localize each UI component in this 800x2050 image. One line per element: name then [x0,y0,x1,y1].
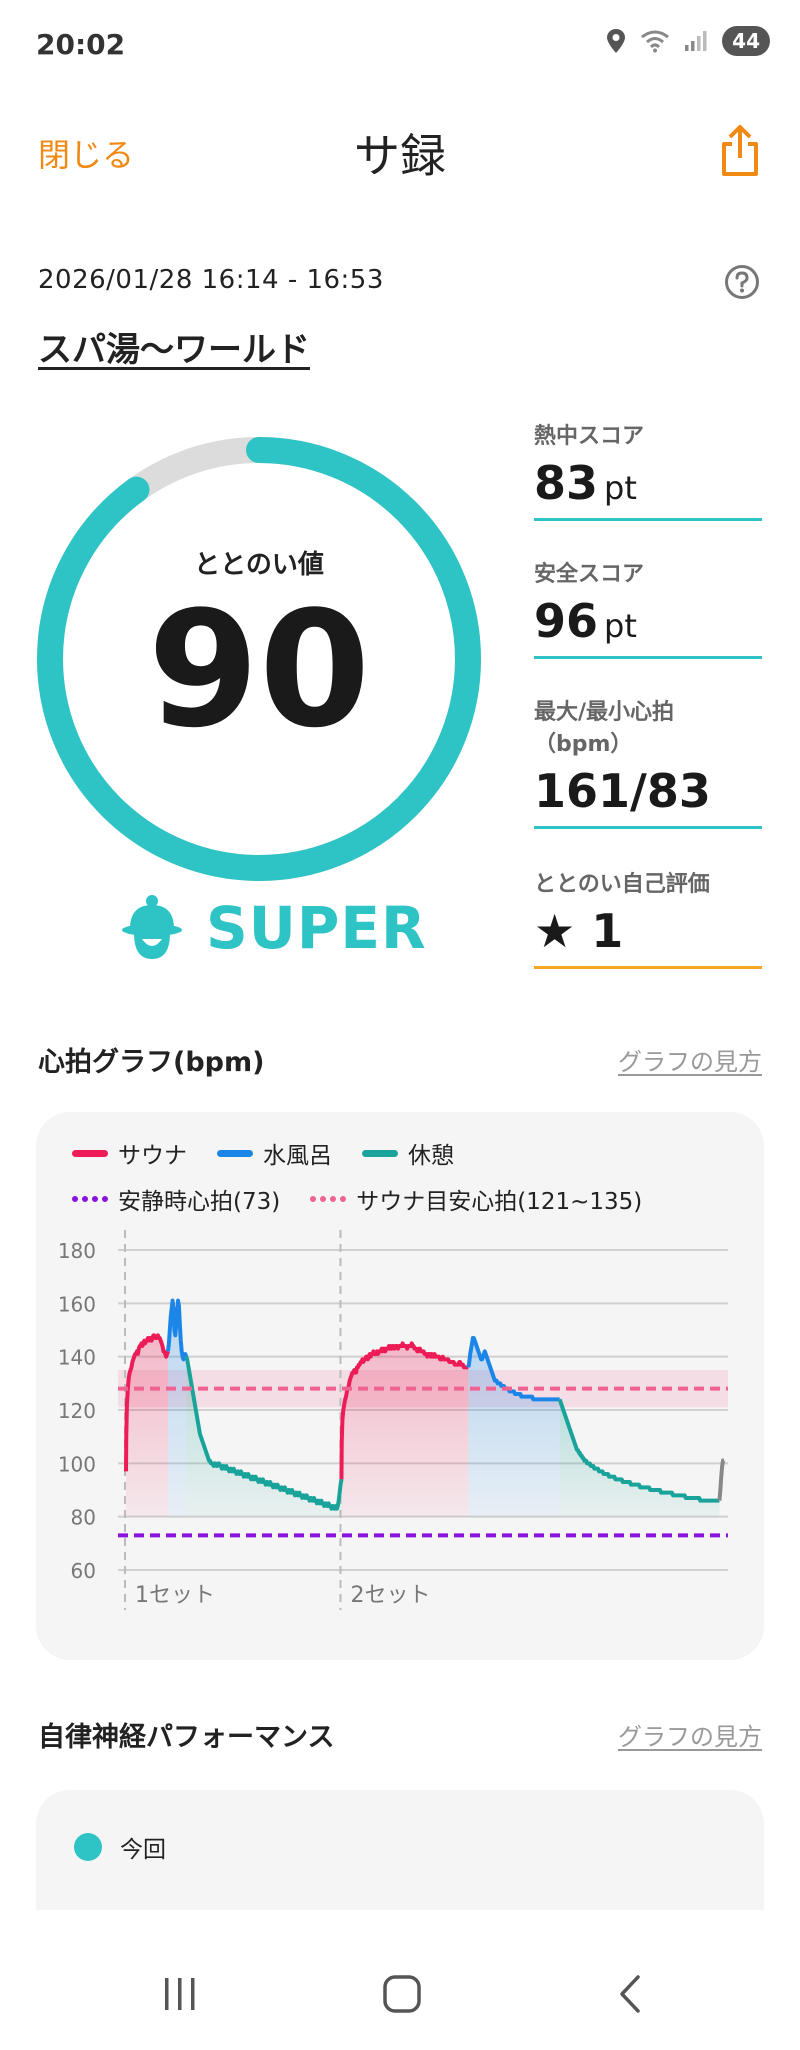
legend-swatch [310,1196,347,1202]
legend-resting-hr: 安静時心拍(73) [72,1182,280,1216]
y-tick-label: 80 [71,1506,96,1530]
score-value: 90 [147,576,371,763]
y-tick-label: 120 [58,1399,96,1423]
legend-phases: サウナ 水風呂 休憩 [72,1136,454,1170]
stat-label: 安全スコア [534,562,645,587]
stat-self-rating[interactable]: ととのい自己評価 ★ 1 [534,866,762,969]
stat-divider [534,826,762,829]
legend-rest: 休憩 [362,1136,454,1170]
y-tick-label: 160 [58,1292,96,1316]
stat-divider [534,656,762,659]
stat-value: 83 pt [534,456,637,510]
status-bar: 20:02 44 [0,0,800,92]
location-icon [607,29,626,53]
heart-rate-card: サウナ 水風呂 休憩 安静時心拍(73) サウナ目安心拍(121~135) 18… [36,1112,764,1660]
legend-swatch [362,1149,398,1157]
heart-rate-title: 心拍グラフ(bpm) [38,1047,265,1078]
stat-value: 161/83 [534,764,711,818]
ans-title: 自律神経パフォーマンス [38,1722,335,1753]
session-time-range: 2026/01/28 16:14 - 16:53 [38,265,384,295]
ans-card: 今回 [36,1790,764,1910]
system-nav-bar [0,1910,800,2050]
stat-divider [534,966,762,969]
wifi-icon [641,30,670,53]
stat-heart-rate-range: 最大/最小心拍 （bpm） 161/83 [534,694,762,829]
stat-label: 熱中スコア [534,424,645,449]
signal-icon [685,31,707,51]
stat-heat-score: 熱中スコア 83 pt [534,418,762,521]
share-icon[interactable] [718,124,762,178]
y-tick-label: 180 [58,1239,96,1263]
recent-apps-icon[interactable] [160,1976,200,2012]
rank-badge: SUPER [120,893,427,963]
ans-help-link[interactable]: グラフの見方 [618,1717,762,1752]
y-tick-label: 140 [58,1346,96,1370]
legend-reference: 安静時心拍(73) サウナ目安心拍(121~135) [72,1182,642,1216]
rank-text: SUPER [206,894,427,962]
heart-rate-chart: 180 160 140 120 100 80 60 1セット 2セット [58,1230,728,1610]
set-label: 2セット [350,1583,430,1608]
stat-label: 最大/最小心拍 （bpm） [534,700,675,757]
legend-cold-bath: 水風呂 [217,1136,332,1170]
legend-target-hr: サウナ目安心拍(121~135) [310,1182,642,1216]
help-icon[interactable] [724,264,760,300]
legend-swatch [72,1196,108,1202]
legend-dot [74,1833,102,1861]
ans-legend-current: 今回 [74,1830,166,1864]
legend-swatch [72,1149,108,1157]
status-icons: 44 [606,26,770,56]
stat-divider [534,518,762,521]
venue-link[interactable]: スパ湯〜ワールド [38,322,310,371]
status-time: 20:02 [36,28,126,61]
battery-indicator: 44 [722,26,770,56]
y-tick-label: 60 [71,1559,96,1583]
series-line-tail [717,1458,726,1501]
app-header: 閉じる サ録 [0,110,800,190]
y-tick-label: 100 [58,1452,96,1476]
back-icon[interactable] [614,1974,644,2014]
stat-safety-score: 安全スコア 96 pt [534,556,762,659]
sauna-hat-icon [122,895,182,959]
page-title: サ録 [354,129,446,183]
legend-swatch [217,1149,253,1157]
set-label: 1セット [135,1583,215,1608]
legend-sauna: サウナ [72,1136,187,1170]
stat-value: 96 pt [534,594,637,648]
series-area [341,1343,469,1517]
home-icon[interactable] [382,1974,422,2014]
stat-value: ★ 1 [534,904,624,958]
series-area [468,1338,560,1517]
heart-rate-help-link[interactable]: グラフの見方 [618,1042,762,1077]
stat-label: ととのい自己評価 [534,872,710,897]
